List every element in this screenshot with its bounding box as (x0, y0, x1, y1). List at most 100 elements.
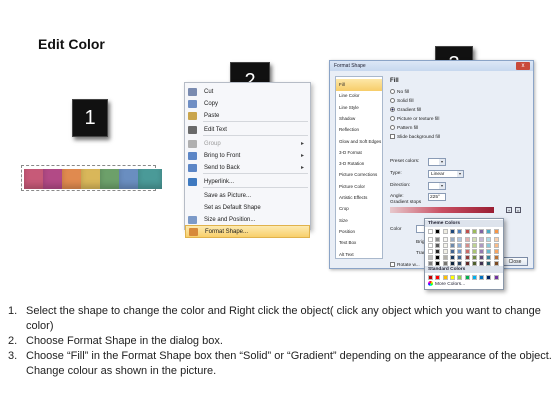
theme-color-swatch[interactable] (464, 229, 470, 234)
gradient-stops-bar[interactable] (390, 207, 494, 213)
standard-color-swatch[interactable] (457, 275, 463, 280)
theme-color-swatch[interactable] (428, 243, 433, 248)
theme-color-swatch[interactable] (428, 255, 433, 260)
theme-color-swatch[interactable] (486, 249, 492, 254)
menu-item-format-shape[interactable]: Format Shape... (185, 225, 310, 238)
theme-color-swatch[interactable] (428, 237, 433, 242)
theme-color-swatch[interactable] (471, 255, 477, 260)
theme-color-swatch[interactable] (449, 255, 455, 260)
theme-color-swatch[interactable] (471, 229, 477, 234)
theme-color-swatch[interactable] (486, 255, 492, 260)
direction-picker[interactable]: ▾ (428, 182, 446, 190)
nav-item-artistic-effects[interactable]: Artistic Effects (336, 192, 382, 204)
theme-color-swatch[interactable] (435, 243, 441, 248)
theme-color-swatch[interactable] (464, 255, 470, 260)
theme-color-swatch[interactable] (493, 255, 499, 260)
nav-item-fill[interactable]: Fill (336, 79, 382, 91)
theme-color-swatch[interactable] (428, 229, 433, 234)
standard-color-swatch[interactable] (449, 275, 455, 280)
nav-item-alt-text[interactable]: Alt Text (336, 249, 382, 261)
nav-item-picture-color[interactable]: Picture Color (336, 181, 382, 193)
theme-color-swatch[interactable] (457, 237, 463, 242)
close-icon[interactable]: x (516, 62, 530, 70)
theme-color-swatch[interactable] (428, 249, 433, 254)
blank-icon (188, 192, 197, 200)
standard-color-swatch[interactable] (435, 275, 441, 280)
theme-color-swatch[interactable] (449, 237, 455, 242)
blank-icon (188, 204, 197, 212)
nav-item-crop[interactable]: Crop (336, 203, 382, 215)
fill-option-gradient-fill[interactable]: Gradient fill (390, 107, 421, 113)
theme-color-swatch[interactable] (486, 243, 492, 248)
standard-color-swatch[interactable] (471, 275, 477, 280)
theme-color-swatch[interactable] (435, 229, 441, 234)
close-button[interactable]: Close (502, 257, 528, 266)
standard-color-swatch[interactable] (442, 275, 448, 280)
theme-color-swatch[interactable] (457, 255, 463, 260)
selected-shape-strip[interactable] (21, 165, 162, 191)
theme-color-swatch[interactable] (435, 249, 441, 254)
more-colors-link[interactable]: More Colors... (428, 281, 465, 287)
theme-color-swatch[interactable] (486, 229, 492, 234)
instruction-number: 1. (8, 305, 18, 317)
fill-option-picture-or-texture-fill[interactable]: Picture or texture fill (390, 116, 439, 122)
shape-segment[interactable] (138, 169, 162, 189)
nav-item-3-d-format[interactable]: 3-D Format (336, 147, 382, 159)
theme-color-swatch[interactable] (435, 255, 441, 260)
theme-color-swatch[interactable] (442, 237, 448, 242)
theme-color-swatch[interactable] (493, 249, 499, 254)
theme-color-swatch[interactable] (464, 237, 470, 242)
fill-option-solid-fill[interactable]: Solid fill (390, 98, 414, 104)
preset-colors-picker[interactable]: ▾ (428, 158, 446, 166)
theme-color-swatch[interactable] (493, 229, 499, 234)
nav-item-3-d-rotation[interactable]: 3-D Rotation (336, 158, 382, 170)
theme-color-swatch[interactable] (479, 237, 485, 242)
fill-option-no-fill[interactable]: No fill (390, 89, 409, 95)
menu-separator (203, 173, 308, 174)
angle-input[interactable]: 225° (428, 193, 446, 201)
nav-item-line-style[interactable]: Line Style (336, 102, 382, 114)
standard-color-swatch[interactable] (479, 275, 485, 280)
theme-color-swatch[interactable] (457, 249, 463, 254)
theme-color-swatch[interactable] (493, 243, 499, 248)
theme-color-swatch[interactable] (479, 229, 485, 234)
nav-item-reflection[interactable]: Reflection (336, 124, 382, 136)
theme-color-swatch[interactable] (464, 243, 470, 248)
fill-option-slide-background-fill[interactable]: Slide background fill (390, 134, 440, 140)
theme-color-swatch[interactable] (442, 255, 448, 260)
theme-color-swatch[interactable] (479, 243, 485, 248)
type-select[interactable]: Linear ▾ (428, 170, 464, 178)
theme-color-swatch[interactable] (457, 229, 463, 234)
standard-color-swatch[interactable] (493, 275, 499, 280)
theme-color-swatch[interactable] (442, 229, 448, 234)
nav-item-position[interactable]: Position (336, 226, 382, 238)
theme-color-swatch[interactable] (442, 249, 448, 254)
theme-color-swatch[interactable] (493, 237, 499, 242)
theme-color-swatch[interactable] (479, 249, 485, 254)
theme-color-swatch[interactable] (449, 229, 455, 234)
theme-color-swatch[interactable] (486, 237, 492, 242)
nav-item-line-color[interactable]: Line Color (336, 90, 382, 102)
theme-color-swatch[interactable] (435, 237, 441, 242)
fill-option-pattern-fill[interactable]: Pattern fill (390, 125, 418, 131)
nav-item-size[interactable]: Size (336, 215, 382, 227)
standard-color-swatch[interactable] (428, 275, 433, 280)
theme-color-swatch[interactable] (449, 243, 455, 248)
theme-color-swatch[interactable] (471, 243, 477, 248)
theme-color-swatch[interactable] (457, 243, 463, 248)
theme-color-swatch[interactable] (471, 249, 477, 254)
nav-item-shadow[interactable]: Shadow (336, 113, 382, 125)
theme-color-swatch[interactable] (479, 255, 485, 260)
theme-color-swatch[interactable] (449, 249, 455, 254)
remove-stop-icon[interactable]: × (515, 207, 521, 213)
theme-color-swatch[interactable] (464, 249, 470, 254)
theme-color-swatch[interactable] (442, 243, 448, 248)
nav-item-picture-corrections[interactable]: Picture Corrections (336, 169, 382, 181)
add-stop-icon[interactable]: + (506, 207, 512, 213)
theme-color-swatch[interactable] (471, 237, 477, 242)
standard-color-swatch[interactable] (486, 275, 492, 280)
nav-item-glow-and-soft-edges[interactable]: Glow and Soft Edges (336, 136, 382, 148)
nav-item-text-box[interactable]: Text Box (336, 237, 382, 249)
standard-color-swatch[interactable] (464, 275, 470, 280)
rotate-checkbox[interactable]: Rotate w... (390, 262, 420, 268)
